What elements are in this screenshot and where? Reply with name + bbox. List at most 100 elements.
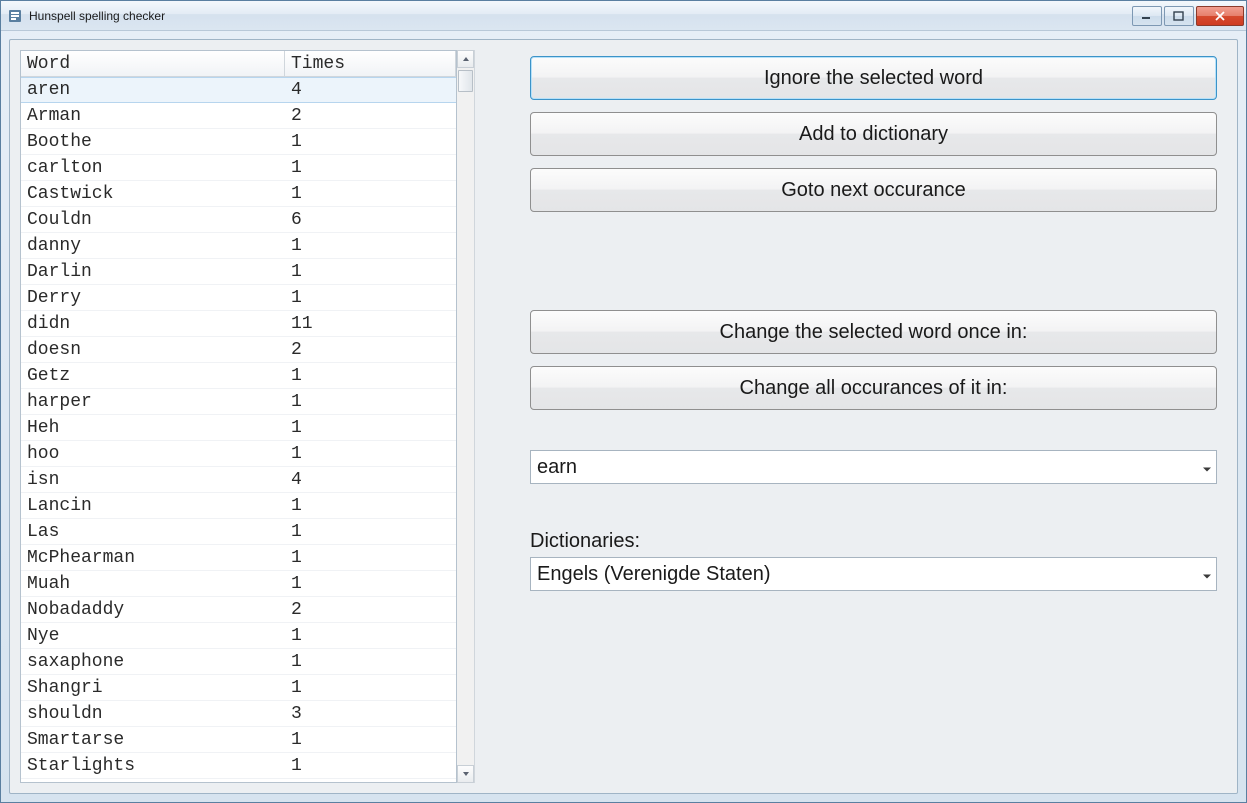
cell-times: 6 bbox=[285, 207, 456, 232]
table-row[interactable]: carlton1 bbox=[21, 155, 456, 181]
cell-times: 1 bbox=[285, 727, 456, 752]
table-row[interactable]: aren4 bbox=[21, 77, 456, 103]
cell-times: 1 bbox=[285, 519, 456, 544]
window-title: Hunspell spelling checker bbox=[29, 9, 1130, 23]
table-row[interactable]: Heh1 bbox=[21, 415, 456, 441]
close-button[interactable] bbox=[1196, 6, 1244, 26]
cell-times: 1 bbox=[285, 493, 456, 518]
window-controls bbox=[1130, 6, 1244, 26]
cell-word: hoo bbox=[21, 441, 285, 466]
cell-word: danny bbox=[21, 233, 285, 258]
table-row[interactable]: isn4 bbox=[21, 467, 456, 493]
table-row[interactable]: Derry1 bbox=[21, 285, 456, 311]
cell-word: Arman bbox=[21, 103, 285, 128]
add-dictionary-button[interactable]: Add to dictionary bbox=[530, 112, 1217, 156]
cell-times: 1 bbox=[285, 753, 456, 778]
cell-word: Couldn bbox=[21, 207, 285, 232]
cell-word: Getz bbox=[21, 363, 285, 388]
cell-times: 1 bbox=[285, 649, 456, 674]
table-row[interactable]: Nye1 bbox=[21, 623, 456, 649]
cell-times: 1 bbox=[285, 545, 456, 570]
table-row[interactable]: Boothe1 bbox=[21, 129, 456, 155]
change-all-button[interactable]: Change all occurances of it in: bbox=[530, 366, 1217, 410]
suggestion-value: earn bbox=[537, 456, 1212, 479]
word-list-pane: Word Times aren4Arman2Boothe1carlton1Cas… bbox=[20, 50, 475, 783]
table-row[interactable]: Getz1 bbox=[21, 363, 456, 389]
cell-word: Boothe bbox=[21, 129, 285, 154]
cell-times: 1 bbox=[285, 181, 456, 206]
actions-pane: Ignore the selected word Add to dictiona… bbox=[530, 50, 1227, 783]
vertical-scrollbar[interactable] bbox=[457, 50, 475, 783]
cell-times: 1 bbox=[285, 259, 456, 284]
cell-times: 1 bbox=[285, 415, 456, 440]
cell-times: 1 bbox=[285, 363, 456, 388]
table-row[interactable]: hoo1 bbox=[21, 441, 456, 467]
word-table[interactable]: Word Times aren4Arman2Boothe1carlton1Cas… bbox=[20, 50, 457, 783]
table-row[interactable]: Las1 bbox=[21, 519, 456, 545]
suggestion-combobox[interactable]: earn bbox=[530, 450, 1217, 484]
table-row[interactable]: saxaphone1 bbox=[21, 649, 456, 675]
table-row[interactable]: shouldn3 bbox=[21, 701, 456, 727]
cell-word: Castwick bbox=[21, 181, 285, 206]
titlebar[interactable]: Hunspell spelling checker bbox=[1, 1, 1246, 31]
goto-next-button[interactable]: Goto next occurance bbox=[530, 168, 1217, 212]
table-row[interactable]: Couldn6 bbox=[21, 207, 456, 233]
cell-times: 1 bbox=[285, 233, 456, 258]
table-row[interactable]: Lancin1 bbox=[21, 493, 456, 519]
column-header-times[interactable]: Times bbox=[285, 51, 456, 76]
main-panel: Word Times aren4Arman2Boothe1carlton1Cas… bbox=[9, 39, 1238, 794]
cell-times: 4 bbox=[285, 78, 456, 102]
cell-times: 12 bbox=[285, 779, 456, 782]
cell-word: Nobadaddy bbox=[21, 597, 285, 622]
cell-word: Shangri bbox=[21, 675, 285, 700]
cell-times: 1 bbox=[285, 623, 456, 648]
cell-word: Darlin bbox=[21, 259, 285, 284]
cell-times: 11 bbox=[285, 311, 456, 336]
maximize-button[interactable] bbox=[1164, 6, 1194, 26]
column-header-word[interactable]: Word bbox=[21, 51, 285, 76]
table-row[interactable]: Castwick1 bbox=[21, 181, 456, 207]
table-row[interactable]: Darlin1 bbox=[21, 259, 456, 285]
cell-times: 1 bbox=[285, 389, 456, 414]
table-row[interactable]: Shangri1 bbox=[21, 675, 456, 701]
cell-word: aren bbox=[21, 78, 285, 102]
minimize-button[interactable] bbox=[1132, 6, 1162, 26]
cell-word: Heh bbox=[21, 415, 285, 440]
cell-word: shouldn bbox=[21, 701, 285, 726]
cell-word: Derry bbox=[21, 285, 285, 310]
change-once-button[interactable]: Change the selected word once in: bbox=[530, 310, 1217, 354]
cell-times: 1 bbox=[285, 571, 456, 596]
cell-word: Starlights bbox=[21, 753, 285, 778]
cell-times: 4 bbox=[285, 467, 456, 492]
scroll-up-button[interactable] bbox=[457, 50, 474, 68]
dictionaries-combobox[interactable]: Engels (Verenigde Staten) bbox=[530, 557, 1217, 591]
cell-word: Muah bbox=[21, 571, 285, 596]
table-row[interactable]: Muah1 bbox=[21, 571, 456, 597]
cell-times: 1 bbox=[285, 285, 456, 310]
table-row[interactable]: doesn2 bbox=[21, 337, 456, 363]
scroll-thumb[interactable] bbox=[458, 70, 473, 92]
chevron-down-icon bbox=[1202, 456, 1212, 479]
cell-word: harper bbox=[21, 389, 285, 414]
table-row[interactable]: harper1 bbox=[21, 389, 456, 415]
app-icon bbox=[7, 8, 23, 24]
table-row[interactable]: danny1 bbox=[21, 233, 456, 259]
table-row[interactable]: McPhearman1 bbox=[21, 545, 456, 571]
cell-word: Nye bbox=[21, 623, 285, 648]
table-row[interactable]: Arman2 bbox=[21, 103, 456, 129]
cell-word: doesn bbox=[21, 337, 285, 362]
table-row[interactable]: Nobadaddy2 bbox=[21, 597, 456, 623]
table-header[interactable]: Word Times bbox=[21, 51, 456, 77]
dictionaries-label: Dictionaries: bbox=[530, 530, 1217, 553]
dictionaries-value: Engels (Verenigde Staten) bbox=[537, 563, 1212, 586]
scroll-down-button[interactable] bbox=[457, 765, 474, 783]
table-row[interactable]: Smartarse1 bbox=[21, 727, 456, 753]
cell-word: saxaphone bbox=[21, 649, 285, 674]
ignore-button[interactable]: Ignore the selected word bbox=[530, 56, 1217, 100]
table-row[interactable]: didn11 bbox=[21, 311, 456, 337]
table-row[interactable]: ve12 bbox=[21, 779, 456, 782]
table-row[interactable]: Starlights1 bbox=[21, 753, 456, 779]
cell-times: 2 bbox=[285, 597, 456, 622]
cell-word: Lancin bbox=[21, 493, 285, 518]
cell-times: 1 bbox=[285, 155, 456, 180]
